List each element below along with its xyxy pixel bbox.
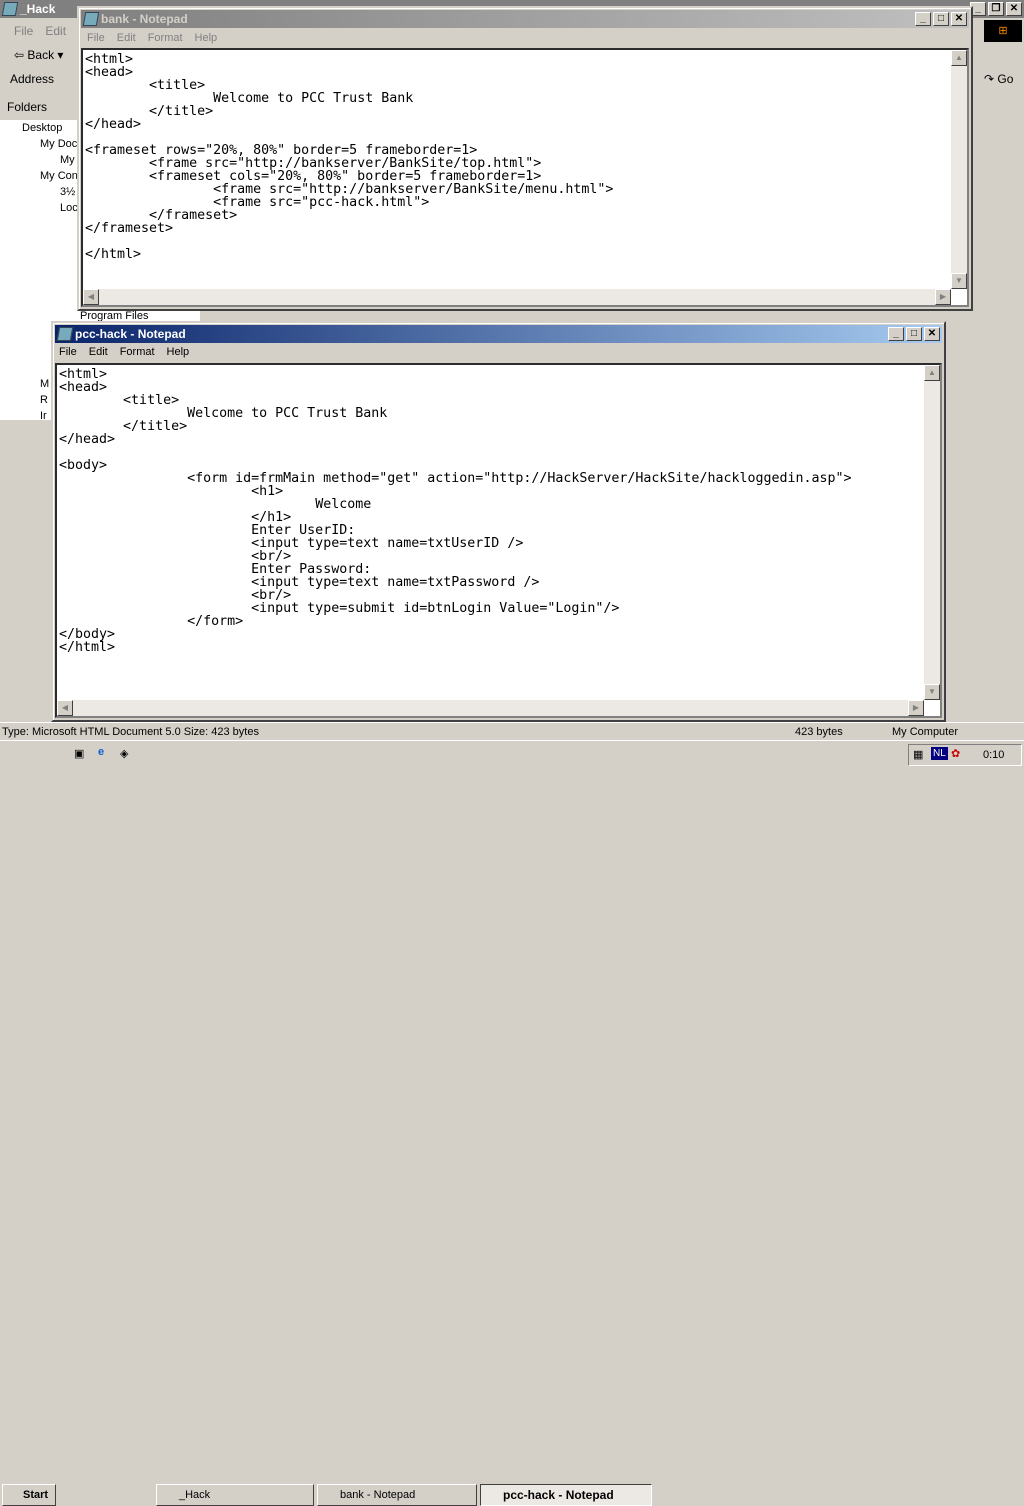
pcc-title: pcc-hack - Notepad: [75, 327, 186, 341]
network-icon[interactable]: ▦: [913, 748, 923, 761]
pcc-text-area[interactable]: <html> <head> <title> Welcome to PCC Tru…: [55, 363, 942, 718]
scroll-up-button[interactable]: ▲: [924, 365, 940, 381]
scroll-right-button[interactable]: ▶: [908, 700, 924, 716]
restore-button[interactable]: ❐: [988, 2, 1004, 16]
folder-tree-bottom: M R Ir: [0, 376, 49, 424]
bank-title: bank - Notepad: [101, 12, 188, 26]
scroll-down-button[interactable]: ▼: [924, 684, 940, 700]
back-label: Back: [27, 48, 55, 62]
vertical-scrollbar[interactable]: ▲ ▼: [951, 50, 967, 289]
scroll-left-button[interactable]: ◀: [57, 700, 73, 716]
windows-logo: ⊞: [984, 20, 1022, 42]
tree-recycle[interactable]: R: [0, 392, 49, 408]
pcc-text: <html> <head> <title> Welcome to PCC Tru…: [59, 367, 852, 655]
maximize-button[interactable]: □: [933, 12, 949, 26]
bank-menubar: File Edit Format Help: [81, 32, 223, 44]
bank-text: <html> <head> <title> Welcome to PCC Tru…: [85, 52, 614, 262]
windows-update-icon[interactable]: ✿: [951, 747, 960, 760]
go-label: Go: [997, 72, 1014, 86]
scroll-right-button[interactable]: ▶: [935, 289, 951, 305]
task-bank-notepad[interactable]: bank - Notepad: [317, 1484, 477, 1506]
taskbar: Start ▣ e ◈ _Hack bank - Notepad pcc-hac…: [0, 740, 1024, 1506]
start-label: Start: [23, 1489, 49, 1501]
bank-text-area[interactable]: <html> <head> <title> Welcome to PCC Tru…: [81, 48, 969, 307]
clock: 0:10: [983, 749, 1005, 761]
horizontal-scrollbar[interactable]: ◀ ▶: [57, 700, 924, 716]
menu-edit[interactable]: Edit: [89, 346, 108, 358]
status-size: 423 bytes: [795, 726, 843, 738]
tree-network[interactable]: M: [0, 376, 49, 392]
bank-notepad-window: bank - Notepad _ □ ✕ File Edit Format Help <h…: [77, 6, 973, 311]
menu-format[interactable]: Format: [148, 32, 183, 44]
language-indicator[interactable]: NL: [931, 747, 948, 760]
folders-header: Folders: [7, 100, 48, 114]
explorer-menubar: File Edit: [8, 24, 72, 38]
task-pcc-notepad[interactable]: pcc-hack - Notepad: [480, 1484, 652, 1506]
system-tray: ▦ NL ✿ 0:10: [908, 744, 1022, 766]
close-button[interactable]: ✕: [924, 327, 940, 341]
scroll-up-button[interactable]: ▲: [951, 50, 967, 66]
explorer-icon: [1, 2, 19, 16]
menu-format[interactable]: Format: [120, 346, 155, 358]
notepad-icon: [82, 12, 100, 26]
explorer-title: _Hack: [20, 2, 56, 16]
minimize-button[interactable]: _: [888, 327, 904, 341]
notepad-icon: [56, 327, 74, 341]
menu-file[interactable]: File: [14, 24, 33, 38]
menu-edit[interactable]: Edit: [45, 24, 66, 38]
status-zone: My Computer: [892, 726, 959, 738]
go-button[interactable]: ↷ Go: [984, 72, 1013, 86]
menu-edit[interactable]: Edit: [117, 32, 136, 44]
menu-file[interactable]: File: [59, 346, 77, 358]
minimize-button[interactable]: _: [915, 12, 931, 26]
task-hack[interactable]: _Hack: [156, 1484, 314, 1506]
ie-icon[interactable]: e: [98, 746, 104, 758]
pcc-menubar: File Edit Format Help: [53, 346, 195, 358]
status-type: Type: Microsoft HTML Document 5.0 Size: …: [2, 726, 259, 738]
menu-file[interactable]: File: [87, 32, 105, 44]
maximize-button[interactable]: □: [906, 327, 922, 341]
horizontal-scrollbar[interactable]: ◀ ▶: [83, 289, 951, 305]
channels-icon[interactable]: ◈: [120, 747, 128, 760]
menu-help[interactable]: Help: [167, 346, 190, 358]
pcc-notepad-window: pcc-hack - Notepad _ □ ✕ File Edit Format Hel…: [51, 321, 946, 722]
scroll-down-button[interactable]: ▼: [951, 273, 967, 289]
bank-titlebar[interactable]: bank - Notepad _ □ ✕: [81, 10, 969, 28]
vertical-scrollbar[interactable]: ▲ ▼: [924, 365, 940, 700]
address-label: Address: [10, 72, 55, 86]
scroll-left-button[interactable]: ◀: [83, 289, 99, 305]
pcc-titlebar[interactable]: pcc-hack - Notepad _ □ ✕: [55, 325, 942, 343]
start-button[interactable]: Start: [2, 1484, 56, 1506]
back-button[interactable]: ⇦ Back ▾: [14, 48, 63, 62]
show-desktop-icon[interactable]: ▣: [74, 747, 84, 760]
status-bar: Type: Microsoft HTML Document 5.0 Size: …: [0, 722, 1024, 740]
close-button[interactable]: ✕: [1006, 2, 1022, 16]
menu-help[interactable]: Help: [195, 32, 218, 44]
tree-ie[interactable]: Ir: [0, 408, 49, 424]
close-button[interactable]: ✕: [951, 12, 967, 26]
